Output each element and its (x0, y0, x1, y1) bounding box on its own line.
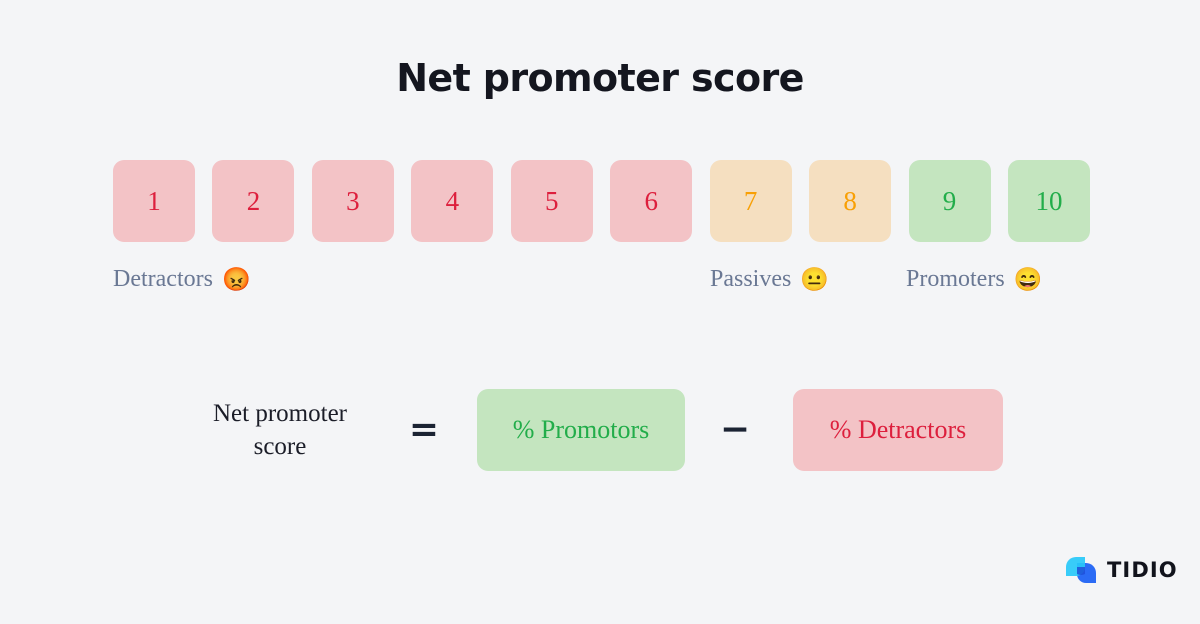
formula-left-line1: Net promoter (213, 400, 347, 427)
segment-passives: Passives 😐 (710, 266, 829, 293)
tidio-logo: TIDIO (1064, 553, 1178, 587)
segment-detractors: Detractors 😡 (113, 266, 251, 293)
angry-face-emoji: 😡 (221, 266, 251, 292)
segment-labels: Detractors 😡 Passives 😐 Promoters 😄 (0, 266, 1200, 302)
scale-box-10[interactable]: 10 (1007, 160, 1090, 242)
scale-box-2[interactable]: 2 (212, 160, 295, 242)
scale-box-3[interactable]: 3 (311, 160, 394, 242)
formula-left-line2: score (253, 433, 307, 460)
scale-box-5[interactable]: 5 (510, 160, 593, 242)
formula-promotors-box: % Promotors (477, 389, 685, 471)
nps-scale-row: 1 2 3 4 5 6 7 8 9 10 (113, 160, 1090, 242)
neutral-face-emoji: 😐 (800, 266, 829, 292)
segment-promoters: Promoters 😄 (906, 266, 1042, 293)
segment-passives-label: Passives (710, 266, 792, 292)
tidio-wordmark: TIDIO (1107, 557, 1178, 582)
nps-infographic: Net promoter score 1 2 3 4 5 6 7 8 9 10 … (0, 0, 1200, 624)
scale-box-8[interactable]: 8 (809, 160, 892, 242)
scale-box-4[interactable]: 4 (411, 160, 494, 242)
equals-sign: = (408, 409, 440, 450)
scale-box-7[interactable]: 7 (709, 160, 792, 242)
scale-box-6[interactable]: 6 (610, 160, 693, 242)
formula-detractors-box: % Detractors (793, 389, 1003, 471)
segment-detractors-label: Detractors (113, 266, 213, 292)
segment-promoters-label: Promoters (906, 266, 1005, 292)
formula-left-label: Net promoter score (190, 389, 370, 471)
tidio-chat-bubble-logo (1064, 554, 1098, 586)
grinning-face-emoji: 😄 (1013, 266, 1043, 292)
minus-sign: − (719, 409, 751, 450)
page-title: Net promoter score (396, 56, 804, 100)
nps-formula: Net promoter score = % Promotors − % Det… (0, 389, 1200, 471)
scale-box-1[interactable]: 1 (113, 160, 195, 242)
scale-box-9[interactable]: 9 (908, 160, 991, 242)
